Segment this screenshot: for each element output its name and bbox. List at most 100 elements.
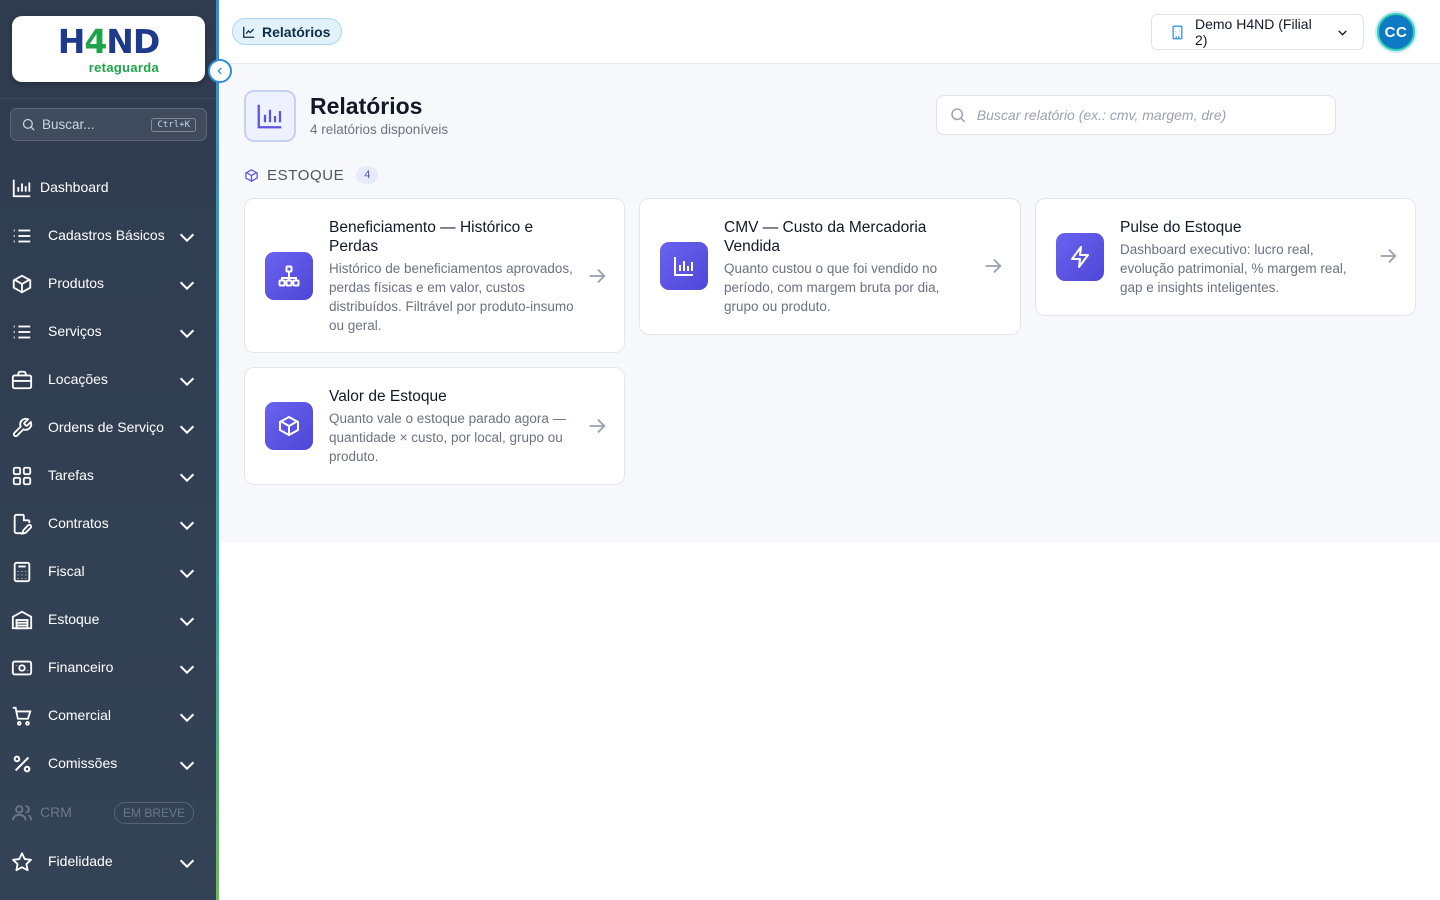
sidebar-item-label: Fiscal [48, 563, 85, 579]
chevron-down-icon [179, 665, 195, 675]
box-icon [10, 272, 34, 296]
briefcase-icon [10, 368, 34, 392]
bar-chart-icon [10, 176, 34, 200]
section-count-badge: 4 [356, 166, 379, 184]
collapse-sidebar-button[interactable] [208, 59, 232, 83]
user-avatar[interactable]: CC [1377, 13, 1415, 51]
sidebar-item-tarefas[interactable]: Tarefas [0, 456, 216, 496]
breadcrumb[interactable]: Relatórios [232, 18, 343, 45]
sidebar-item-label: Dashboard [40, 179, 109, 195]
card-description: Dashboard executivo: lucro real, evoluçã… [1120, 242, 1347, 295]
chevron-down-icon [179, 281, 195, 291]
page-subtitle: 4 relatórios disponíveis [310, 122, 449, 137]
sidebar-item-cadastros[interactable]: Cadastros Básicos [0, 216, 216, 256]
brand-logo[interactable]: H4ND retaguarda [12, 16, 205, 82]
section-title: ESTOQUE [267, 166, 345, 184]
shortcut-hint: Ctrl+K [151, 117, 196, 132]
report-card-valor-estoque[interactable]: Valor de Estoque Quanto vale o estoque p… [244, 367, 625, 485]
chevron-down-icon [179, 569, 195, 579]
sidebar-search[interactable]: Buscar... Ctrl+K [10, 108, 207, 141]
cube-icon [265, 402, 313, 450]
hierarchy-icon [265, 252, 313, 300]
search-icon [22, 118, 35, 131]
percent-icon [10, 752, 34, 776]
sidebar-item-crm: CRM EM BREVE [0, 793, 216, 833]
section-header: ESTOQUE 4 [244, 166, 379, 184]
card-title: Valor de Estoque [329, 388, 447, 405]
report-card-pulse[interactable]: Pulse do Estoque Dashboard executivo: lu… [1035, 198, 1416, 316]
sidebar-item-locacoes[interactable]: Locações [0, 360, 216, 400]
bolt-icon [1056, 233, 1104, 281]
report-card-cmv[interactable]: CMV — Custo da Mercadoria Vendida Quanto… [639, 198, 1021, 335]
chevron-down-icon [179, 859, 195, 869]
sidebar-item-label: Comissões [48, 755, 118, 771]
card-description: Histórico de beneficiamentos aprovados, … [329, 261, 574, 333]
sidebar-item-label: Serviços [48, 323, 102, 339]
chevron-down-icon [179, 233, 195, 243]
sidebar-item-contratos[interactable]: Contratos [0, 504, 216, 544]
sidebar-item-comissoes[interactable]: Comissões [0, 744, 216, 784]
sidebar-divider [0, 98, 216, 99]
report-card-beneficiamento[interactable]: Beneficiamento — Histórico e Perdas Hist… [244, 198, 625, 353]
cube-icon [245, 168, 258, 182]
sidebar-item-dashboard[interactable]: Dashboard [0, 168, 216, 208]
sidebar-item-comercial[interactable]: Comercial [0, 696, 216, 736]
chevron-down-icon [179, 713, 195, 723]
report-search-input[interactable] [976, 107, 1323, 123]
report-search[interactable] [936, 95, 1336, 135]
document-pen-icon [10, 512, 34, 536]
arrow-right-icon [589, 268, 606, 284]
calculator-icon [10, 560, 34, 584]
arrow-right-icon [985, 258, 1002, 274]
chevron-down-icon [179, 425, 195, 435]
arrow-right-icon [589, 418, 606, 434]
wrench-icon [10, 416, 34, 440]
sidebar-item-servicos[interactable]: Serviços [0, 312, 216, 352]
sidebar-item-label: Ordens de Serviço [48, 419, 164, 435]
sidebar-item-label: Financeiro [48, 659, 114, 675]
list-icon [10, 224, 34, 248]
cash-icon [10, 656, 34, 680]
chevron-down-icon [1338, 29, 1347, 36]
chevron-down-icon [179, 617, 195, 627]
sidebar-item-fiscal[interactable]: Fiscal [0, 552, 216, 592]
sidebar-item-ordens-servico[interactable]: Ordens de Serviço [0, 408, 216, 448]
sidebar-item-fidelidade[interactable]: Fidelidade [0, 842, 216, 882]
sidebar-item-estoque[interactable]: Estoque [0, 600, 216, 640]
sidebar-item-label: Fidelidade [48, 853, 113, 869]
trend-chart-icon [243, 26, 255, 38]
sidebar-search-placeholder: Buscar... [42, 117, 95, 132]
logo-wordmark: H4ND [57, 22, 161, 61]
breadcrumb-label: Relatórios [262, 23, 331, 40]
branch-selector[interactable]: Demo H4ND (Filial 2) [1151, 14, 1364, 50]
grid-icon [10, 464, 34, 488]
chevron-down-icon [179, 521, 195, 531]
top-bar: Relatórios Demo H4ND (Filial 2) CC [219, 0, 1440, 64]
sidebar-item-financeiro[interactable]: Financeiro [0, 648, 216, 688]
sidebar-item-label: CRM [40, 804, 72, 820]
sidebar-item-produtos[interactable]: Produtos [0, 264, 216, 304]
sidebar-item-label: Cadastros Básicos [48, 227, 165, 243]
card-title: Pulse do Estoque [1120, 219, 1242, 236]
bar-chart-icon [660, 242, 708, 290]
sidebar-item-label: Comercial [48, 707, 112, 723]
card-description: Quanto custou o que foi vendido no perío… [724, 261, 940, 314]
branch-name: Demo H4ND (Filial 2) [1195, 16, 1312, 48]
card-description: Quanto vale o estoque parado agora — qua… [329, 411, 567, 464]
reports-page-icon [244, 90, 296, 142]
arrow-right-icon [1380, 248, 1397, 264]
users-icon [10, 801, 34, 825]
sidebar-item-label: Locações [48, 371, 108, 387]
chevron-down-icon [179, 377, 195, 387]
chevron-down-icon [179, 761, 195, 771]
main-content: Relatórios 4 relatórios disponíveis ESTO… [219, 64, 1440, 542]
bar-chart-icon [257, 104, 282, 129]
card-title: CMV — Custo da Mercadoria Vendida [724, 219, 927, 255]
card-title: Beneficiamento — Histórico e Perdas [329, 219, 534, 255]
chevron-left-icon [217, 67, 222, 75]
sidebar-item-label: Contratos [48, 515, 109, 531]
sidebar-item-label: Tarefas [48, 467, 94, 483]
coming-soon-badge: EM BREVE [114, 802, 195, 824]
star-icon [10, 850, 34, 874]
search-icon [951, 108, 966, 123]
